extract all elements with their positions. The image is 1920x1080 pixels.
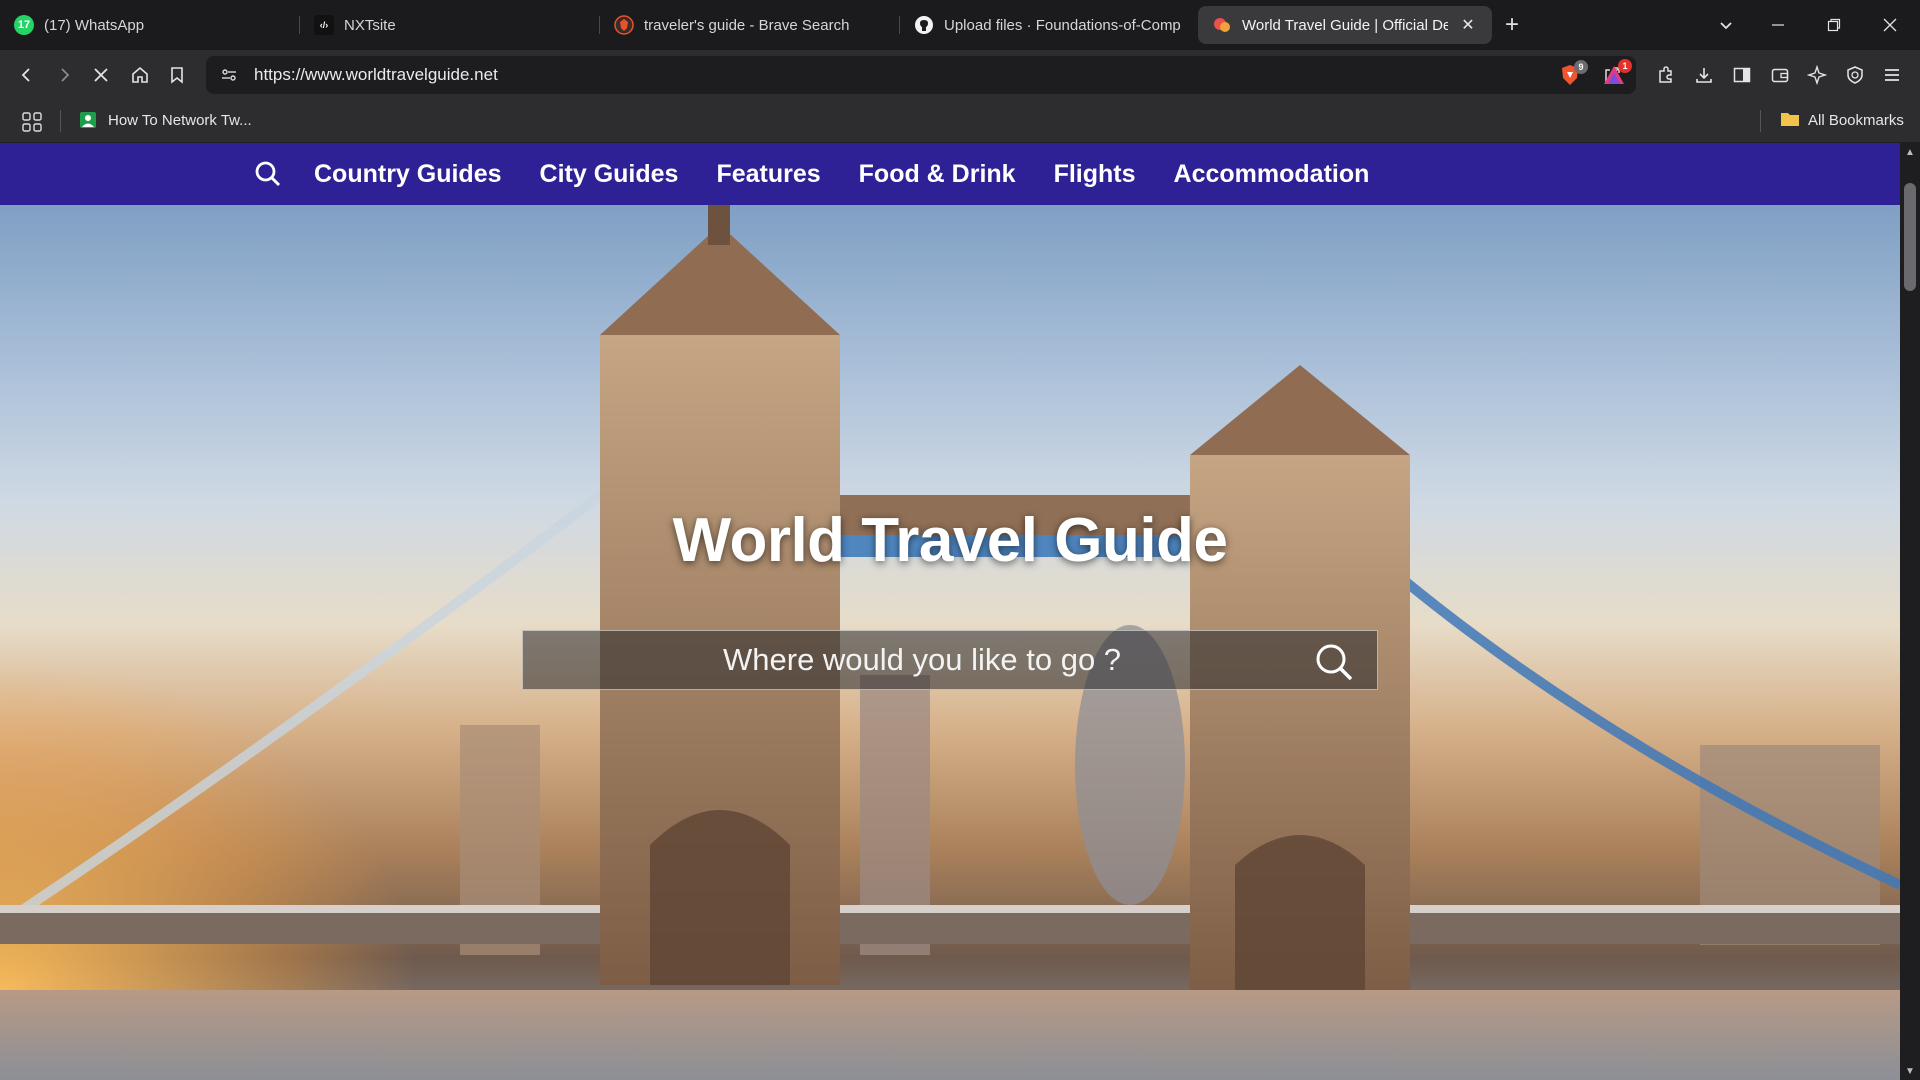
destination-search-icon[interactable]: [1313, 641, 1355, 683]
rewards-count-badge: 1: [1618, 59, 1632, 73]
tab-title: (17) WhatsApp: [44, 16, 145, 34]
hero-title: World Travel Guide: [672, 506, 1228, 575]
nav-food-drink[interactable]: Food & Drink: [859, 160, 1016, 189]
destination-search: [522, 630, 1378, 690]
whatsapp-icon: 17: [14, 15, 34, 35]
new-tab-button[interactable]: +: [1492, 5, 1532, 45]
world-travel-guide-icon: [1212, 15, 1232, 35]
address-bar[interactable]: https://www.worldtravelguide.net: [206, 56, 1636, 94]
restore-icon[interactable]: [1806, 0, 1862, 50]
stop-loading-icon[interactable]: [83, 57, 119, 93]
vpn-icon[interactable]: [1837, 57, 1873, 93]
minimize-icon[interactable]: [1750, 0, 1806, 50]
web-page: Country Guides City Guides Features Food…: [0, 143, 1900, 1080]
tab-brave-search[interactable]: traveler's guide - Brave Search: [600, 6, 900, 44]
github-icon: [914, 15, 934, 35]
nav-city-guides[interactable]: City Guides: [540, 160, 679, 189]
wallet-icon[interactable]: [1762, 57, 1798, 93]
bookmark-divider: [60, 110, 61, 132]
site-search-icon[interactable]: [254, 160, 282, 188]
url-text[interactable]: https://www.worldtravelguide.net: [254, 65, 498, 85]
home-icon[interactable]: [122, 57, 158, 93]
tab-title: World Travel Guide | Official De: [1242, 16, 1448, 34]
bookmark-label: How To Network Tw...: [108, 111, 252, 129]
tab-whatsapp[interactable]: 17 (17) WhatsApp: [0, 6, 300, 44]
page-scrollbar[interactable]: ▲ ▼: [1900, 143, 1920, 1080]
downloads-icon[interactable]: [1686, 57, 1722, 93]
folder-icon: [1780, 110, 1800, 130]
extensions-icon[interactable]: [1648, 57, 1684, 93]
close-window-icon[interactable]: [1862, 0, 1918, 50]
nxtsite-icon: ‹/›: [314, 15, 334, 35]
close-tab-icon[interactable]: ✕: [1458, 15, 1478, 35]
brave-shields-icon[interactable]: 9: [1552, 57, 1588, 93]
bookmark-page-icon[interactable]: [159, 57, 195, 93]
all-bookmarks-button[interactable]: All Bookmarks: [1780, 110, 1904, 130]
back-icon[interactable]: [9, 57, 45, 93]
bookmark-how-to-network[interactable]: How To Network Tw...: [78, 110, 252, 130]
leo-ai-icon[interactable]: [1799, 57, 1835, 93]
bookmark-divider: [1760, 110, 1761, 132]
nav-accommodation[interactable]: Accommodation: [1174, 160, 1370, 189]
tab-nxtsite[interactable]: ‹/› NXTsite: [300, 6, 600, 44]
tab-title: traveler's guide - Brave Search: [644, 16, 850, 34]
tab-world-travel-guide[interactable]: World Travel Guide | Official De ✕: [1198, 6, 1492, 44]
forward-icon[interactable]: [46, 57, 82, 93]
tab-github-upload[interactable]: Upload files · Foundations-of-Comp: [900, 6, 1198, 44]
site-info-icon[interactable]: [220, 66, 238, 89]
destination-search-input[interactable]: [723, 642, 1377, 678]
scroll-down-icon[interactable]: ▼: [1900, 1062, 1920, 1080]
site-navigation: Country Guides City Guides Features Food…: [0, 143, 1900, 205]
shields-count-badge: 9: [1574, 60, 1588, 74]
scrollbar-thumb[interactable]: [1904, 183, 1916, 291]
tab-search-dropdown-icon[interactable]: [1698, 0, 1754, 50]
brave-rewards-icon[interactable]: 1: [1596, 57, 1632, 93]
browser-toolbar: https://www.worldtravelguide.net 9 1: [0, 50, 1920, 100]
menu-icon[interactable]: [1874, 57, 1910, 93]
nav-flights[interactable]: Flights: [1054, 160, 1136, 189]
tab-strip: 17 (17) WhatsApp ‹/› NXTsite traveler's …: [0, 0, 1920, 50]
hero-banner: World Travel Guide: [0, 205, 1900, 1080]
bookmarks-bar: How To Network Tw... All Bookmarks: [0, 100, 1920, 143]
bookmark-person-icon: [78, 110, 98, 130]
tab-title: Upload files · Foundations-of-Comp: [944, 16, 1181, 34]
tab-title: NXTsite: [344, 16, 396, 34]
all-bookmarks-label: All Bookmarks: [1808, 111, 1904, 129]
brave-search-icon: [614, 15, 634, 35]
apps-grid-icon[interactable]: [14, 104, 50, 140]
sidebar-toggle-icon[interactable]: [1724, 57, 1760, 93]
scroll-up-icon[interactable]: ▲: [1900, 143, 1920, 161]
nav-country-guides[interactable]: Country Guides: [314, 160, 502, 189]
nav-features[interactable]: Features: [716, 160, 820, 189]
